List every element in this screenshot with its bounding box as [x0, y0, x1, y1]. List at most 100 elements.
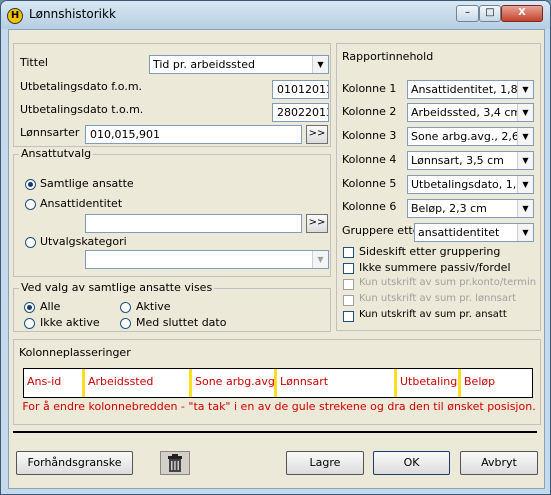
- fom-date-input[interactable]: 01012013: [272, 80, 329, 99]
- sum-konto-termin-checkbox: [343, 279, 354, 290]
- med-sluttet-dato-label[interactable]: Med sluttet dato: [136, 316, 226, 329]
- utvalgskategori-radio[interactable]: [25, 237, 36, 248]
- lonnsarter-browse-button[interactable]: >>: [306, 125, 328, 144]
- minimize-button[interactable]: –: [456, 5, 479, 22]
- kolonne-1-label: Kolonne 1: [342, 82, 397, 95]
- column-segment-belop: Beløp: [464, 375, 496, 388]
- parameters-group: Tittel Tid pr. arbeidssted ▼ Utbetalings…: [13, 43, 331, 147]
- chevron-down-icon[interactable]: ▼: [517, 224, 533, 241]
- kolonne-6-label: Kolonne 6: [342, 200, 397, 213]
- grupper-select[interactable]: ansattidentitet ▼: [414, 223, 534, 242]
- ansattutvalg-group: Ansattutvalg Samtlige ansatte Ansattiden…: [13, 147, 331, 277]
- ok-button[interactable]: OK: [373, 451, 450, 475]
- ansattidentitet-browse-button[interactable]: >>: [306, 214, 328, 233]
- ved-valg-group: Ved valg av samtlige ansatte vises Alle …: [13, 281, 331, 332]
- avbryt-button-label: Avbryt: [481, 456, 517, 469]
- chevron-down-icon[interactable]: ▼: [517, 81, 533, 98]
- alle-label[interactable]: Alle: [40, 300, 60, 313]
- column-segment-sone: Sone arbg.avg.: [195, 375, 274, 388]
- kolonne-5-select[interactable]: Utbetalingsdato, 1,9 cm ▼: [407, 175, 534, 194]
- samtlige-label[interactable]: Samtlige ansatte: [40, 177, 134, 190]
- chevron-down-icon[interactable]: ▼: [517, 152, 533, 169]
- grupper-label: Gruppere etter: [342, 224, 424, 237]
- med-sluttet-dato-radio[interactable]: [120, 318, 131, 329]
- kolonneplasseringer-title: Kolonneplasseringer: [19, 346, 131, 359]
- samtlige-radio[interactable]: [25, 179, 36, 190]
- chevron-down-icon[interactable]: ▼: [517, 176, 533, 193]
- close-button[interactable]: X: [501, 5, 543, 22]
- tittel-value: Tid pr. arbeidssted: [153, 58, 255, 71]
- rapportinnehold-group: Rapportinnehold Kolonne 1 Ansattidentite…: [336, 43, 541, 331]
- tittel-select[interactable]: Tid pr. arbeidssted ▼: [149, 55, 329, 74]
- utvalgskategori-label[interactable]: Utvalgskategori: [40, 235, 127, 248]
- kolonne-1-value: Ansattidentitet, 1,8 cm: [411, 83, 534, 96]
- kolonne-6-select[interactable]: Beløp, 2,3 cm ▼: [407, 199, 534, 218]
- preview-button[interactable]: Forhåndsgranske: [16, 451, 133, 475]
- lagre-button-label: Lagre: [309, 456, 341, 469]
- dialog-body: Tittel Tid pr. arbeidssted ▼ Utbetalings…: [8, 29, 545, 489]
- preview-button-label: Forhåndsgranske: [27, 456, 122, 469]
- kolonne-2-value: Arbeidssted, 3,4 cm: [411, 106, 522, 119]
- ikke-aktive-label[interactable]: Ikke aktive: [40, 316, 100, 329]
- column-segment-arbeidssted: Arbeidssted: [88, 375, 154, 388]
- column-segment-lonnsart: Lønnsart: [280, 375, 329, 388]
- aktive-radio[interactable]: [120, 302, 131, 313]
- sum-ansatt-checkbox[interactable]: [343, 311, 354, 322]
- rapportinnehold-title: Rapportinnehold: [342, 50, 434, 63]
- ikke-summere-checkbox[interactable]: [343, 263, 354, 274]
- tom-label: Utbetalingsdato t.o.m.: [20, 103, 144, 116]
- sideskift-checkbox[interactable]: [343, 247, 354, 258]
- kolonne-4-select[interactable]: Lønnsart, 3,5 cm ▼: [407, 151, 534, 170]
- sum-ansatt-label[interactable]: Kun utskrift av sum pr. ansatt: [359, 309, 507, 320]
- ikke-aktive-radio[interactable]: [24, 318, 35, 329]
- chevron-down-icon[interactable]: ▼: [517, 104, 533, 121]
- app-logo-icon: H: [7, 8, 23, 24]
- trash-button[interactable]: [160, 451, 190, 475]
- lonnsarter-input[interactable]: 010,015,901: [85, 125, 302, 144]
- tittel-label: Tittel: [20, 56, 48, 69]
- lonnsarter-label: Lønnsarter: [20, 126, 80, 139]
- alle-radio[interactable]: [24, 302, 35, 313]
- column-width-bar[interactable]: Ans-id Arbeidssted Sone arbg.avg. Lønnsa…: [23, 368, 533, 398]
- fom-label: Utbetalingsdato f.o.m.: [20, 80, 143, 93]
- sum-lonnsart-checkbox: [343, 295, 354, 306]
- aktive-label[interactable]: Aktive: [136, 300, 171, 313]
- grupper-value: ansattidentitet: [418, 226, 500, 239]
- kolonne-5-value: Utbetalingsdato, 1,9 cm: [411, 178, 534, 191]
- chevron-down-icon[interactable]: ▼: [517, 200, 533, 217]
- ok-button-label: OK: [403, 456, 420, 469]
- kolonne-5-label: Kolonne 5: [342, 177, 397, 190]
- kolonne-6-value: Beløp, 2,3 cm: [411, 202, 487, 215]
- lonnshistorikk-window: H Lønnshistorikk – □ X Tittel Tid pr. ar…: [0, 0, 551, 495]
- kolonne-4-value: Lønnsart, 3,5 cm: [411, 154, 504, 167]
- column-width-hint: For å endre kolonnebredden - "ta tak" i …: [22, 400, 536, 413]
- kolonne-3-select[interactable]: Sone arbg.avg., 2,6 cm ▼: [407, 127, 534, 146]
- kolonne-2-select[interactable]: Arbeidssted, 3,4 cm ▼: [407, 103, 534, 122]
- sum-lonnsart-label: Kun utskrift av sum pr. lønnsart: [359, 293, 517, 304]
- ved-valg-title: Ved valg av samtlige ansatte vises: [19, 281, 215, 294]
- kolonne-3-label: Kolonne 3: [342, 129, 397, 142]
- ansattidentitet-input[interactable]: [85, 214, 302, 233]
- avbryt-button[interactable]: Avbryt: [460, 451, 538, 475]
- kolonne-3-value: Sone arbg.avg., 2,6 cm: [411, 130, 534, 143]
- chevron-down-icon[interactable]: ▼: [517, 128, 533, 145]
- column-segment-utbetalingsdato: Utbetalingsdato: [400, 375, 458, 388]
- separator-line: [13, 431, 537, 433]
- ansattidentitet-label[interactable]: Ansattidentitet: [40, 197, 122, 210]
- ansattidentitet-radio[interactable]: [25, 199, 36, 210]
- title-bar[interactable]: H Lønnshistorikk – □ X: [1, 1, 550, 29]
- ansattutvalg-title: Ansattutvalg: [19, 147, 94, 160]
- trash-icon: [168, 454, 182, 472]
- kolonne-4-label: Kolonne 4: [342, 153, 397, 166]
- maximize-button[interactable]: □: [479, 5, 501, 22]
- window-title: Lønnshistorikk: [29, 7, 116, 21]
- sideskift-label[interactable]: Sideskift etter gruppering: [359, 245, 500, 258]
- kolonne-1-select[interactable]: Ansattidentitet, 1,8 cm ▼: [407, 80, 534, 99]
- chevron-down-icon[interactable]: ▼: [312, 56, 328, 73]
- tom-date-input[interactable]: 28022013: [272, 103, 329, 122]
- chevron-down-icon[interactable]: ▼: [312, 251, 328, 268]
- utvalgskategori-select[interactable]: ▼: [85, 250, 329, 269]
- ikke-summere-label[interactable]: Ikke summere passiv/fordel: [359, 261, 511, 274]
- lagre-button[interactable]: Lagre: [286, 451, 364, 475]
- column-segment-ans-id: Ans-id: [27, 375, 62, 388]
